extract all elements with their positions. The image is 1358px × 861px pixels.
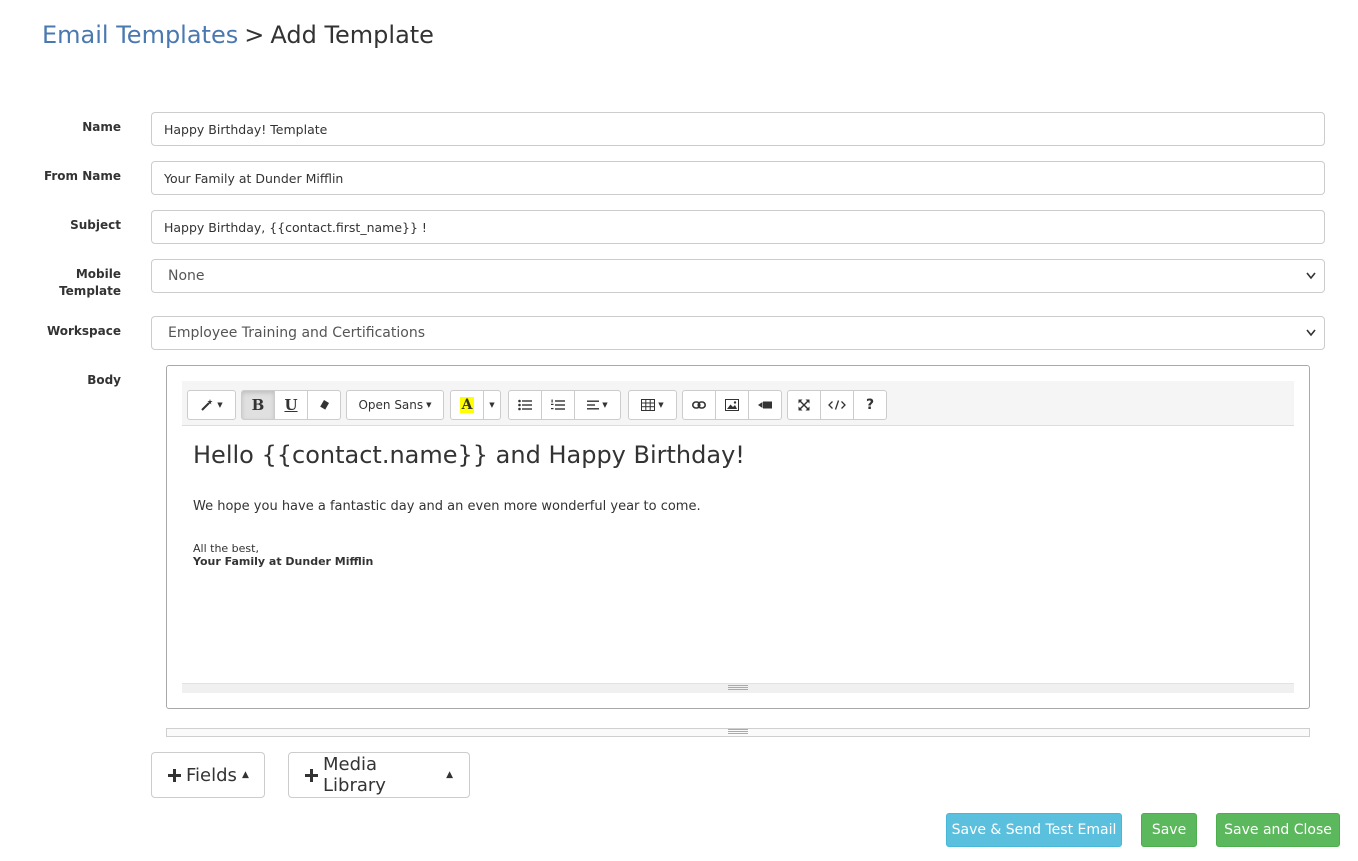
bold-icon: B bbox=[251, 396, 265, 414]
save-button[interactable]: Save bbox=[1141, 813, 1197, 847]
font-name-group: Open Sans ▼ bbox=[346, 390, 444, 420]
plus-icon bbox=[305, 768, 318, 782]
caret-up-icon: ▲ bbox=[241, 770, 249, 780]
caret-down-icon: ▼ bbox=[602, 401, 608, 409]
mobile-template-label-line1: Mobile bbox=[75, 267, 121, 281]
link-icon bbox=[692, 400, 706, 410]
underline-button[interactable]: U bbox=[274, 390, 308, 420]
caret-down-icon: ▼ bbox=[426, 401, 432, 409]
subject-input[interactable] bbox=[151, 210, 1325, 244]
name-input[interactable] bbox=[151, 112, 1325, 146]
code-view-icon bbox=[828, 400, 846, 410]
page-title: Add Template bbox=[270, 21, 434, 49]
color-group: A ▼ bbox=[450, 390, 501, 420]
unordered-list-icon bbox=[518, 399, 532, 411]
caret-down-icon: ▼ bbox=[489, 401, 495, 409]
email-heading: Hello {{contact.name}} and Happy Birthda… bbox=[193, 441, 745, 469]
font-color-button[interactable]: A bbox=[450, 390, 484, 420]
font-color-icon: A bbox=[459, 397, 475, 413]
resize-grip-icon bbox=[728, 685, 748, 690]
insert-video-button[interactable] bbox=[748, 390, 782, 420]
email-signature: Your Family at Dunder Mifflin bbox=[193, 555, 374, 568]
caret-down-icon: ▼ bbox=[658, 401, 664, 409]
clear-format-button[interactable] bbox=[307, 390, 341, 420]
mobile-template-select[interactable]: None bbox=[151, 259, 1325, 293]
breadcrumb-email-templates-link[interactable]: Email Templates bbox=[42, 21, 238, 49]
insert-link-button[interactable] bbox=[682, 390, 716, 420]
paragraph-group: ▼ bbox=[508, 390, 621, 420]
mobile-template-selected-value: None bbox=[168, 268, 205, 284]
caret-down-icon: ▼ bbox=[217, 401, 223, 409]
table-group: ▼ bbox=[628, 390, 677, 420]
editor-resize-bar[interactable] bbox=[182, 683, 1294, 693]
font-name-dropdown[interactable]: Open Sans ▼ bbox=[346, 390, 444, 420]
help-button[interactable]: ? bbox=[853, 390, 887, 420]
resize-grip-icon bbox=[728, 729, 748, 734]
align-dropdown-button[interactable]: ▼ bbox=[574, 390, 621, 420]
chevron-down-icon bbox=[1306, 317, 1316, 349]
view-group: ? bbox=[787, 390, 887, 420]
caret-up-icon: ▲ bbox=[446, 770, 453, 780]
outer-resize-bar[interactable] bbox=[166, 728, 1310, 737]
rich-text-editor: ▼ B U Open Sans ▼ A ▼ ▼ ▼ ? Hello {{cont… bbox=[166, 365, 1310, 709]
style-group: ▼ bbox=[187, 390, 236, 420]
email-signoff: All the best, bbox=[193, 542, 259, 555]
save-send-test-email-button[interactable]: Save & Send Test Email bbox=[946, 813, 1122, 847]
ordered-list-icon bbox=[551, 399, 565, 411]
style-dropdown-button[interactable]: ▼ bbox=[187, 390, 236, 420]
workspace-select[interactable]: Employee Training and Certifications bbox=[151, 316, 1325, 350]
fields-dropdown-button[interactable]: Fields ▲ bbox=[151, 752, 265, 798]
fullscreen-icon bbox=[798, 399, 810, 411]
name-label: Name bbox=[82, 120, 121, 134]
color-dropdown-button[interactable]: ▼ bbox=[483, 390, 501, 420]
media-library-button-label: Media Library bbox=[323, 754, 386, 796]
mobile-template-label-line2: Template bbox=[59, 284, 121, 298]
media-library-dropdown-button[interactable]: Media Library ▲ bbox=[288, 752, 470, 798]
table-icon bbox=[641, 399, 656, 411]
underline-icon: U bbox=[284, 396, 298, 414]
from-name-label: From Name bbox=[43, 169, 121, 183]
image-icon bbox=[725, 399, 739, 411]
breadcrumb: Email Templates > Add Template bbox=[42, 18, 434, 52]
align-icon bbox=[587, 400, 600, 410]
magic-icon bbox=[200, 398, 214, 412]
editor-content-area[interactable]: Hello {{contact.name}} and Happy Birthda… bbox=[182, 427, 1294, 683]
code-view-button[interactable] bbox=[820, 390, 854, 420]
video-icon bbox=[758, 400, 772, 410]
mobile-template-label: Mobile Template bbox=[0, 266, 121, 300]
ordered-list-button[interactable] bbox=[541, 390, 575, 420]
workspace-selected-value: Employee Training and Certifications bbox=[168, 325, 425, 341]
breadcrumb-separator: > bbox=[244, 21, 265, 49]
subject-label: Subject bbox=[70, 218, 121, 232]
insert-group bbox=[682, 390, 782, 420]
help-icon: ? bbox=[865, 397, 875, 413]
plus-icon bbox=[168, 768, 181, 782]
eraser-icon bbox=[318, 399, 330, 411]
fullscreen-button[interactable] bbox=[787, 390, 821, 420]
font-name-value: Open Sans bbox=[358, 398, 424, 412]
table-dropdown-button[interactable]: ▼ bbox=[628, 390, 677, 420]
email-paragraph: We hope you have a fantastic day and an … bbox=[193, 499, 701, 514]
fields-button-label: Fields bbox=[186, 764, 237, 786]
chevron-down-icon bbox=[1306, 260, 1316, 292]
bold-button[interactable]: B bbox=[241, 390, 275, 420]
insert-image-button[interactable] bbox=[715, 390, 749, 420]
unordered-list-button[interactable] bbox=[508, 390, 542, 420]
from-name-input[interactable] bbox=[151, 161, 1325, 195]
editor-toolbar: ▼ B U Open Sans ▼ A ▼ ▼ ▼ ? bbox=[182, 381, 1294, 426]
save-and-close-button[interactable]: Save and Close bbox=[1216, 813, 1340, 847]
workspace-label: Workspace bbox=[46, 324, 121, 338]
font-style-group: B U bbox=[241, 390, 341, 420]
body-label: Body bbox=[87, 373, 121, 387]
